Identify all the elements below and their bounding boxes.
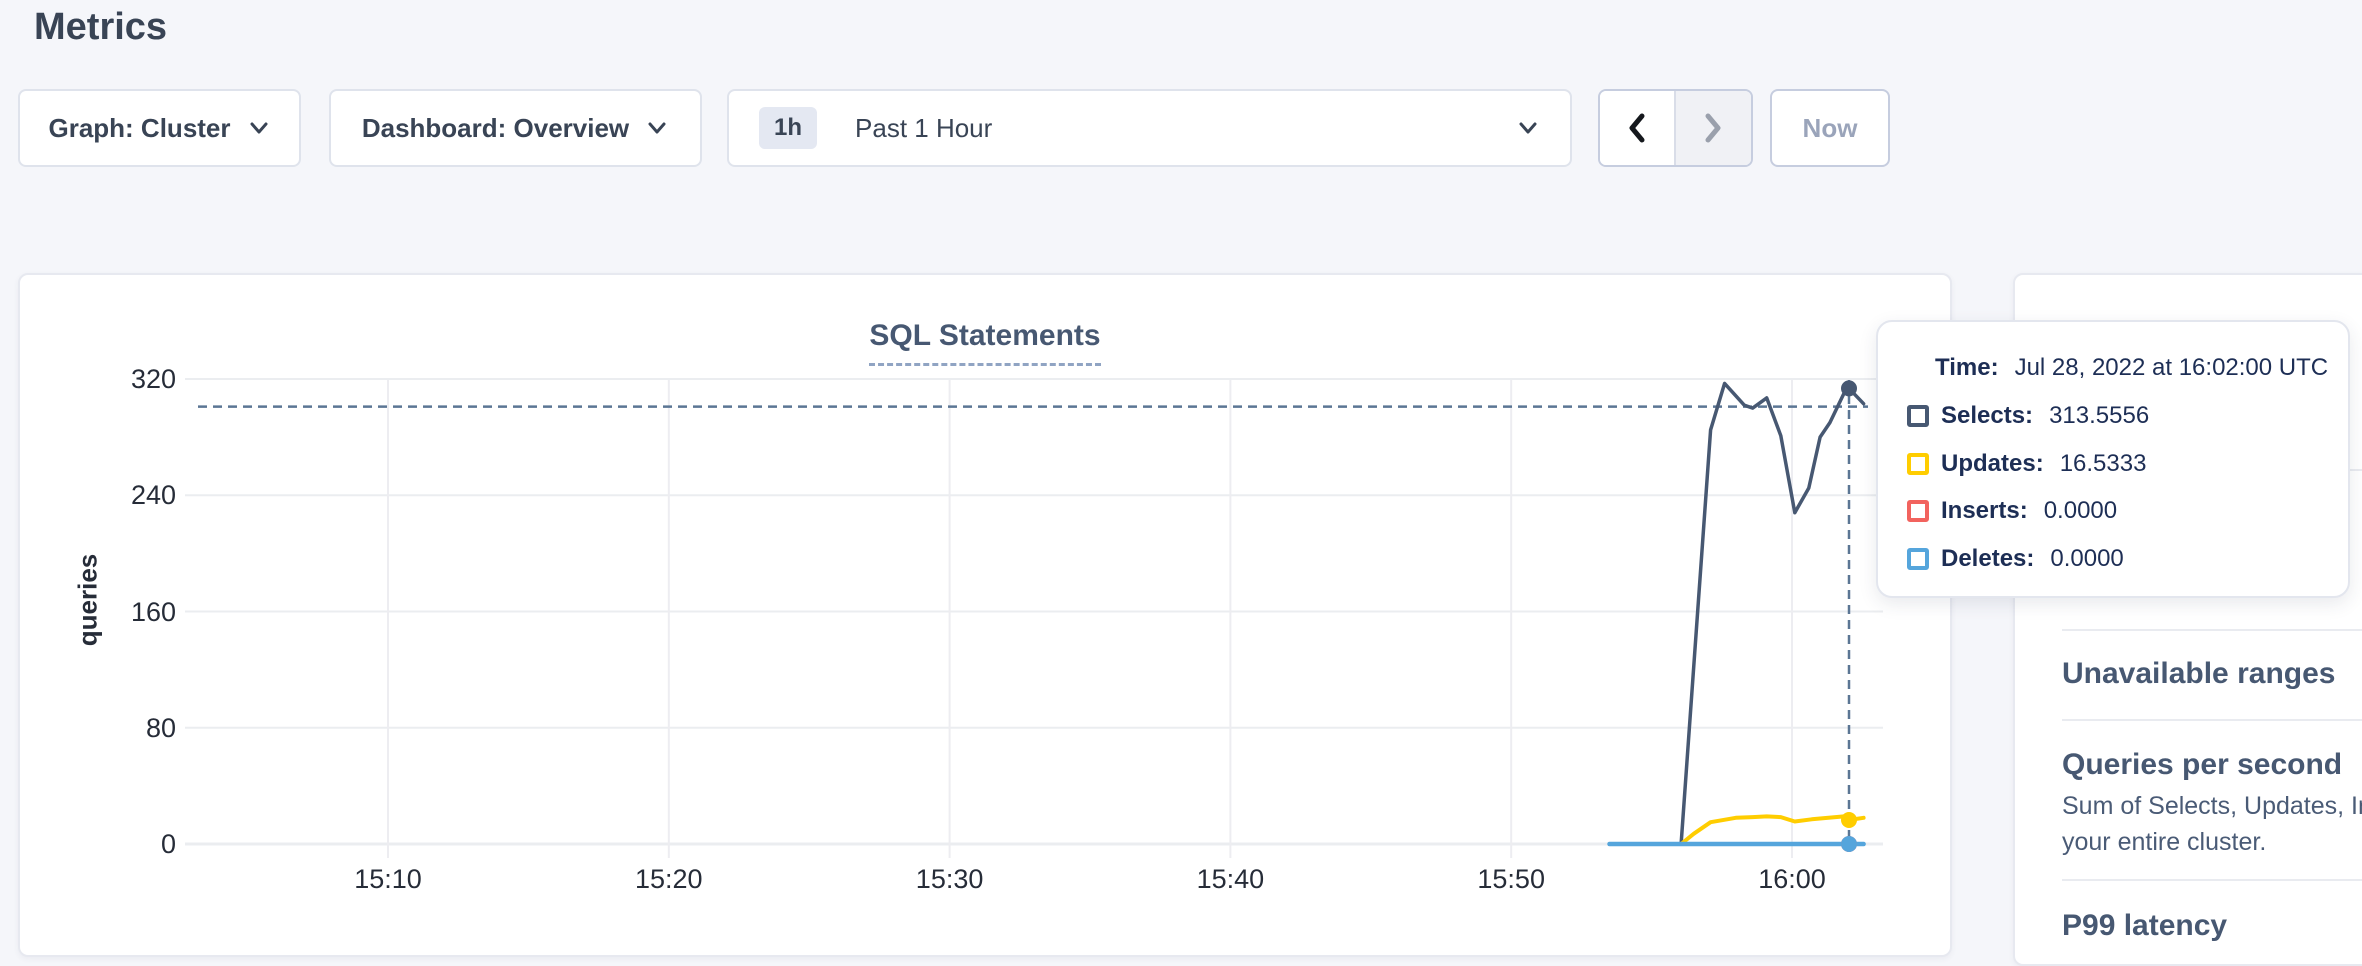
chevron-down-icon xyxy=(1516,118,1540,138)
chart-title-wrap: SQL Statements xyxy=(20,319,1950,366)
chevron-down-icon xyxy=(247,118,271,138)
chart-tooltip: Time: Jul 28, 2022 at 16:02:00 UTC Selec… xyxy=(1876,320,2350,598)
chevron-right-icon xyxy=(1698,110,1728,146)
tooltip-row-label: Inserts: xyxy=(1941,497,2028,525)
dashboard-dropdown-label: Dashboard: Overview xyxy=(362,113,629,144)
next-time-button[interactable] xyxy=(1676,91,1752,165)
sql-statements-chart-card: SQL Statements xyxy=(18,273,1952,957)
tooltip-row-value: 0.0000 xyxy=(2044,497,2117,525)
deletes-series-swatch xyxy=(1907,548,1929,570)
tooltip-time-label: Time: xyxy=(1935,354,1999,382)
tooltip-row-value: 16.5333 xyxy=(2060,450,2147,478)
time-range-label: Past 1 Hour xyxy=(855,113,1500,144)
y-axis-label: queries xyxy=(73,554,104,647)
tooltip-row-updates: Updates: 16.5333 xyxy=(1907,447,2146,481)
tooltip-row-deletes: Deletes: 0.0000 xyxy=(1907,542,2124,576)
sidebar-divider xyxy=(2062,719,2362,721)
prev-time-button[interactable] xyxy=(1600,91,1676,165)
sidebar-heading-queries-per-second: Queries per second xyxy=(2062,748,2342,782)
tooltip-row-value: 313.5556 xyxy=(2049,402,2149,430)
tooltip-row-inserts: Inserts: 0.0000 xyxy=(1907,494,2117,528)
tooltip-row-label: Selects: xyxy=(1941,402,2033,430)
page-title: Metrics xyxy=(34,6,167,49)
tooltip-row-label: Updates: xyxy=(1941,450,2044,478)
metrics-page: Metrics Graph: Cluster Dashboard: Overvi… xyxy=(0,0,2362,966)
chevron-left-icon xyxy=(1622,110,1652,146)
tooltip-row-label: Deletes: xyxy=(1941,545,2034,573)
time-step-buttons xyxy=(1598,89,1753,167)
now-button[interactable]: Now xyxy=(1770,89,1890,167)
graph-dropdown-label: Graph: Cluster xyxy=(48,113,230,144)
selects-series-swatch xyxy=(1907,405,1929,427)
sidebar-heading-p99-latency: P99 latency xyxy=(2062,909,2227,943)
tooltip-row-value: 0.0000 xyxy=(2050,545,2123,573)
sidebar-divider xyxy=(2062,629,2362,631)
tooltip-time-value: Jul 28, 2022 at 16:02:00 UTC xyxy=(2015,354,2329,382)
tooltip-time-row: Time: Jul 28, 2022 at 16:02:00 UTC xyxy=(1935,351,2328,385)
time-range-badge: 1h xyxy=(759,107,817,149)
inserts-series-swatch xyxy=(1907,500,1929,522)
dashboard-dropdown[interactable]: Dashboard: Overview xyxy=(329,89,702,167)
now-button-label: Now xyxy=(1803,113,1858,144)
updates-series-swatch xyxy=(1907,453,1929,475)
graph-dropdown[interactable]: Graph: Cluster xyxy=(18,89,301,167)
chart-title[interactable]: SQL Statements xyxy=(869,319,1100,366)
sidebar-heading-unavailable-ranges: Unavailable ranges xyxy=(2062,657,2335,691)
sidebar-desc-queries-per-second: Sum of Selects, Updates, Inser your enti… xyxy=(2062,788,2362,860)
chevron-down-icon xyxy=(645,118,669,138)
sidebar-divider xyxy=(2062,879,2362,881)
time-range-selector[interactable]: 1h Past 1 Hour xyxy=(727,89,1572,167)
tooltip-row-selects: Selects: 313.5556 xyxy=(1907,399,2149,433)
